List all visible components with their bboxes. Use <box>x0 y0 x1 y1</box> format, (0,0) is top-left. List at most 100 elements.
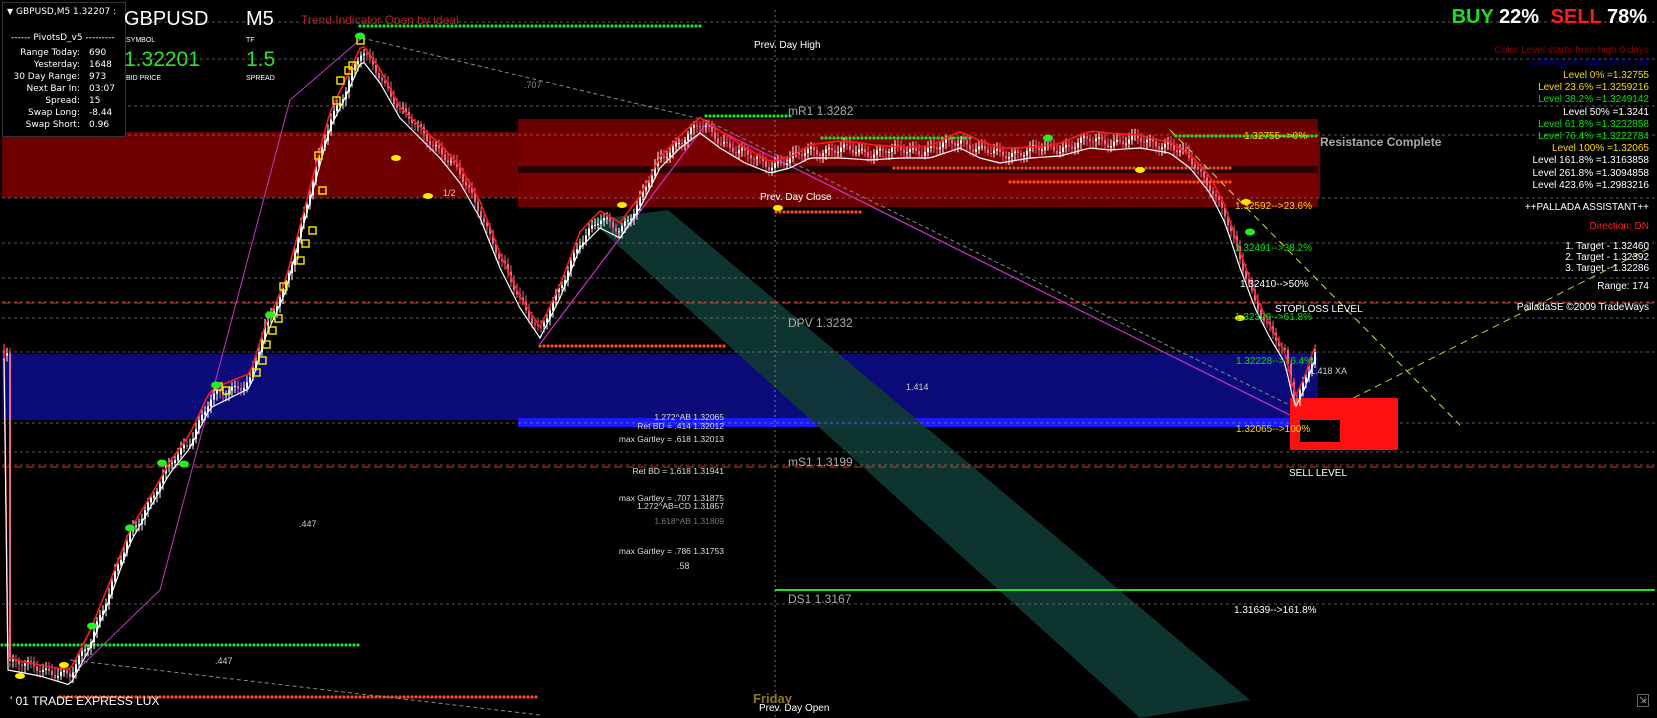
level-dot <box>108 643 112 647</box>
level-dot <box>248 643 252 647</box>
level-dot <box>306 695 310 699</box>
assistant-target: 3. Target - 1.32286 <box>1565 263 1649 274</box>
candle-body <box>846 144 848 146</box>
level-dot <box>174 695 178 699</box>
level-dot <box>940 166 944 170</box>
signal-dot <box>617 202 627 208</box>
ratio-label: 1/2 <box>443 188 456 198</box>
sell-percent: 78% <box>1606 6 1647 28</box>
candle-body <box>36 666 38 671</box>
pivot-row-value: -8.44 <box>89 108 113 118</box>
level-dot <box>478 24 482 28</box>
candle-body <box>1197 168 1199 170</box>
level-dot <box>1032 180 1036 184</box>
level-dot <box>204 643 208 647</box>
level-dot <box>358 695 362 699</box>
candle-body <box>1203 171 1205 178</box>
level-dot <box>346 695 350 699</box>
candle-body <box>78 655 80 665</box>
level-dot <box>864 136 868 140</box>
level-dot <box>1052 180 1056 184</box>
pivot-row-label: Range Today: <box>20 48 80 58</box>
level-dot <box>1040 180 1044 184</box>
candle-body <box>1128 139 1130 144</box>
level-dot <box>312 643 316 647</box>
level-dot <box>654 24 658 28</box>
level-dot <box>618 24 622 28</box>
level-dot <box>366 695 370 699</box>
level-dot <box>210 695 214 699</box>
candle-body <box>357 60 359 65</box>
candle-body <box>447 160 449 163</box>
candle-body <box>561 285 563 289</box>
candle-body <box>705 126 707 128</box>
buy-percent: 22% <box>1499 6 1540 28</box>
candle-body <box>1092 141 1094 143</box>
level-dot <box>1222 134 1226 138</box>
signal-dot <box>87 622 97 630</box>
candle-body <box>1080 137 1082 143</box>
level-dot <box>718 344 722 348</box>
level-dot <box>192 643 196 647</box>
candle-body <box>711 126 713 133</box>
chart-window[interactable]: { "window": {"title": "GBPUSD,M5 1.32207… <box>0 0 1657 718</box>
level-dot <box>698 344 702 348</box>
level-dot <box>296 643 300 647</box>
level-dot <box>960 166 964 170</box>
level-dot <box>780 114 784 118</box>
level-dot <box>1064 180 1068 184</box>
level-dot <box>276 643 280 647</box>
fib-levels-header: Color Level starts from high 0 days <box>1494 45 1649 56</box>
level-dot <box>764 114 768 118</box>
level-dot <box>1112 166 1116 170</box>
level-dot <box>912 136 916 140</box>
level-dot <box>634 344 638 348</box>
level-dot <box>578 344 582 348</box>
dropdown-arrow-icon[interactable]: ▼ <box>7 7 13 16</box>
level-dot <box>1008 166 1012 170</box>
level-dot <box>1024 166 1028 170</box>
spread-label: SPREAD <box>246 75 275 82</box>
candle-body <box>1098 137 1100 139</box>
candle-body <box>177 454 179 461</box>
level-dot <box>836 136 840 140</box>
level-dot <box>1040 166 1044 170</box>
candle-body <box>24 663 26 666</box>
level-dot <box>1218 134 1222 138</box>
level-dot <box>1088 180 1092 184</box>
level-dot <box>630 344 634 348</box>
chart-shift-icon[interactable]: ⇲ <box>1637 694 1649 707</box>
candle-body <box>597 223 599 225</box>
level-dot <box>250 695 254 699</box>
level-dot <box>868 136 872 140</box>
candle-body <box>84 649 86 651</box>
fib-tag: 1.32065-->100% <box>1236 424 1311 435</box>
level-dot <box>704 114 708 118</box>
level-dot <box>170 695 174 699</box>
level-dot <box>706 344 710 348</box>
pivot-row-value: 690 <box>89 48 107 58</box>
level-dot <box>606 24 610 28</box>
candle-body <box>174 460 176 463</box>
candle-body <box>747 150 749 155</box>
level-dot <box>1068 180 1072 184</box>
candle-body <box>1131 135 1133 140</box>
candle-body <box>1083 136 1085 138</box>
level-dot <box>654 344 658 348</box>
level-dot <box>724 114 728 118</box>
candle-body <box>60 672 62 676</box>
level-dot <box>932 166 936 170</box>
level-dot <box>20 643 24 647</box>
level-dot <box>284 643 288 647</box>
buy-label: BUY <box>1451 6 1494 28</box>
level-dot <box>1216 166 1220 170</box>
candle-body <box>618 231 620 233</box>
level-dot <box>402 695 406 699</box>
candle-body <box>990 153 992 155</box>
level-dot <box>802 210 806 214</box>
level-dot <box>282 695 286 699</box>
level-dot <box>218 695 222 699</box>
candle-body <box>810 146 812 149</box>
candle-body <box>918 150 920 155</box>
level-dot <box>1140 180 1144 184</box>
